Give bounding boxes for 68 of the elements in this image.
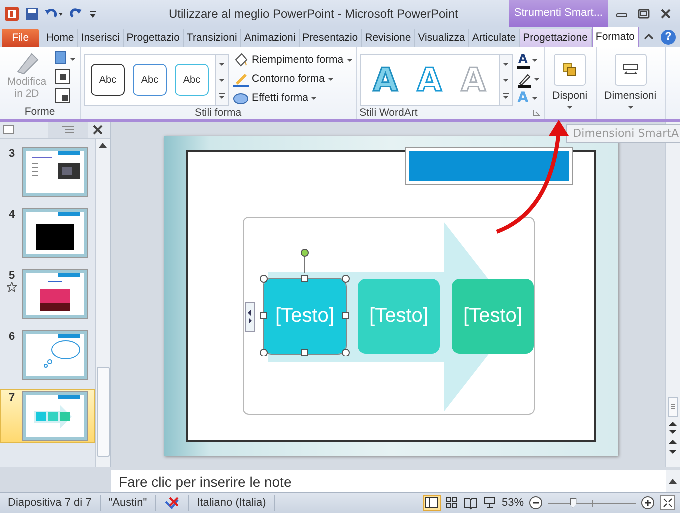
scrollbar-thumb[interactable]	[96, 367, 110, 457]
next-slide-icon[interactable]	[669, 439, 677, 455]
language-label[interactable]: Italiano (Italia)	[189, 495, 276, 511]
slide-number: 7	[8, 392, 16, 404]
zoom-slider-thumb[interactable]	[570, 498, 577, 508]
dropdown-caret-icon	[532, 96, 538, 100]
scrollbar-thumb[interactable]	[668, 397, 678, 417]
shape-style-option[interactable]: Abc	[91, 64, 125, 96]
tooltip: Dimensioni SmartA	[566, 124, 680, 143]
text-outline-icon[interactable]	[516, 72, 541, 88]
change-shape-icon[interactable]	[55, 50, 77, 66]
paint-bucket-icon	[233, 52, 249, 68]
dropdown-caret-icon	[532, 59, 538, 62]
zoom-out-icon[interactable]	[529, 496, 543, 510]
group-label: Stili forma	[194, 106, 242, 120]
slide-show-icon[interactable]	[482, 496, 497, 510]
selection-handles-drawing[interactable]	[258, 248, 352, 356]
normal-view-icon[interactable]	[424, 496, 440, 510]
previous-next-slide-icon[interactable]	[669, 420, 677, 436]
dropdown-caret-icon	[328, 78, 334, 80]
ribbon-tab[interactable]: Progettazione	[520, 29, 592, 47]
fit-to-window-icon[interactable]	[660, 495, 676, 511]
larger-icon[interactable]	[55, 69, 71, 85]
app-logo-icon	[4, 6, 20, 22]
group-label: Forme	[24, 105, 56, 119]
reading-view-icon[interactable]	[464, 496, 478, 510]
dropdown-caret-icon	[567, 106, 574, 109]
zoom-in-icon[interactable]	[641, 496, 655, 510]
dropdown-caret-icon	[311, 96, 318, 100]
zoom-percent[interactable]: 53%	[502, 497, 524, 509]
slide-number: 4	[8, 209, 16, 221]
redo-icon[interactable]	[69, 6, 83, 20]
help-button[interactable]: ?	[661, 30, 676, 44]
gallery-scroll-icon[interactable]	[216, 54, 229, 106]
save-icon[interactable]	[25, 6, 39, 20]
scroll-up-icon[interactable]	[99, 143, 107, 148]
size-button[interactable]: Dimensioni	[602, 50, 659, 109]
slide-sorter-icon[interactable]	[444, 496, 459, 510]
scroll-up-icon[interactable]	[669, 478, 677, 484]
theme-name-label: "Austin"	[100, 495, 156, 511]
text-pane-toggle-icon[interactable]	[245, 302, 255, 332]
pencil-icon	[233, 71, 249, 87]
smaller-icon[interactable]	[55, 88, 71, 104]
gallery-scroll-icon[interactable]	[500, 54, 513, 106]
ribbon-tab[interactable]: Formato	[592, 26, 639, 47]
shape-format-button[interactable]: Effetti forma	[233, 90, 353, 106]
slide-number: 6	[8, 331, 16, 343]
close-icon[interactable]	[660, 8, 672, 20]
undo-icon[interactable]	[44, 6, 64, 20]
shape-style-option[interactable]: Abc	[133, 64, 167, 96]
window-title: Utilizzare al meglio PowerPoint - Microsoft PowerPoint	[168, 6, 460, 20]
contextual-tab-label: Strumenti Smart...	[509, 0, 608, 27]
dropdown-caret-icon	[346, 58, 353, 62]
dropdown-caret-icon	[628, 106, 634, 109]
group-label: Stili WordArt	[360, 106, 418, 120]
arrange-button[interactable]: Disponi	[550, 50, 590, 109]
shape-style-option[interactable]: Abc	[175, 64, 209, 96]
shape-format-button[interactable]: Contorno forma	[233, 71, 353, 87]
arrange-icon	[562, 62, 578, 78]
slide-number: 5	[8, 270, 16, 282]
restore-icon[interactable]	[638, 8, 650, 20]
text-fill-button[interactable]: A	[516, 52, 541, 69]
spelling-check-icon[interactable]	[164, 496, 180, 510]
slide-count-label: Diapositiva 7 di 7	[0, 495, 101, 511]
shape-format-button[interactable]: Riempimento forma	[233, 52, 353, 68]
slide-number: 3	[8, 148, 16, 160]
slide-thumbnail-item[interactable]: 7	[0, 389, 95, 443]
dialog-launcher-icon[interactable]	[532, 109, 541, 117]
